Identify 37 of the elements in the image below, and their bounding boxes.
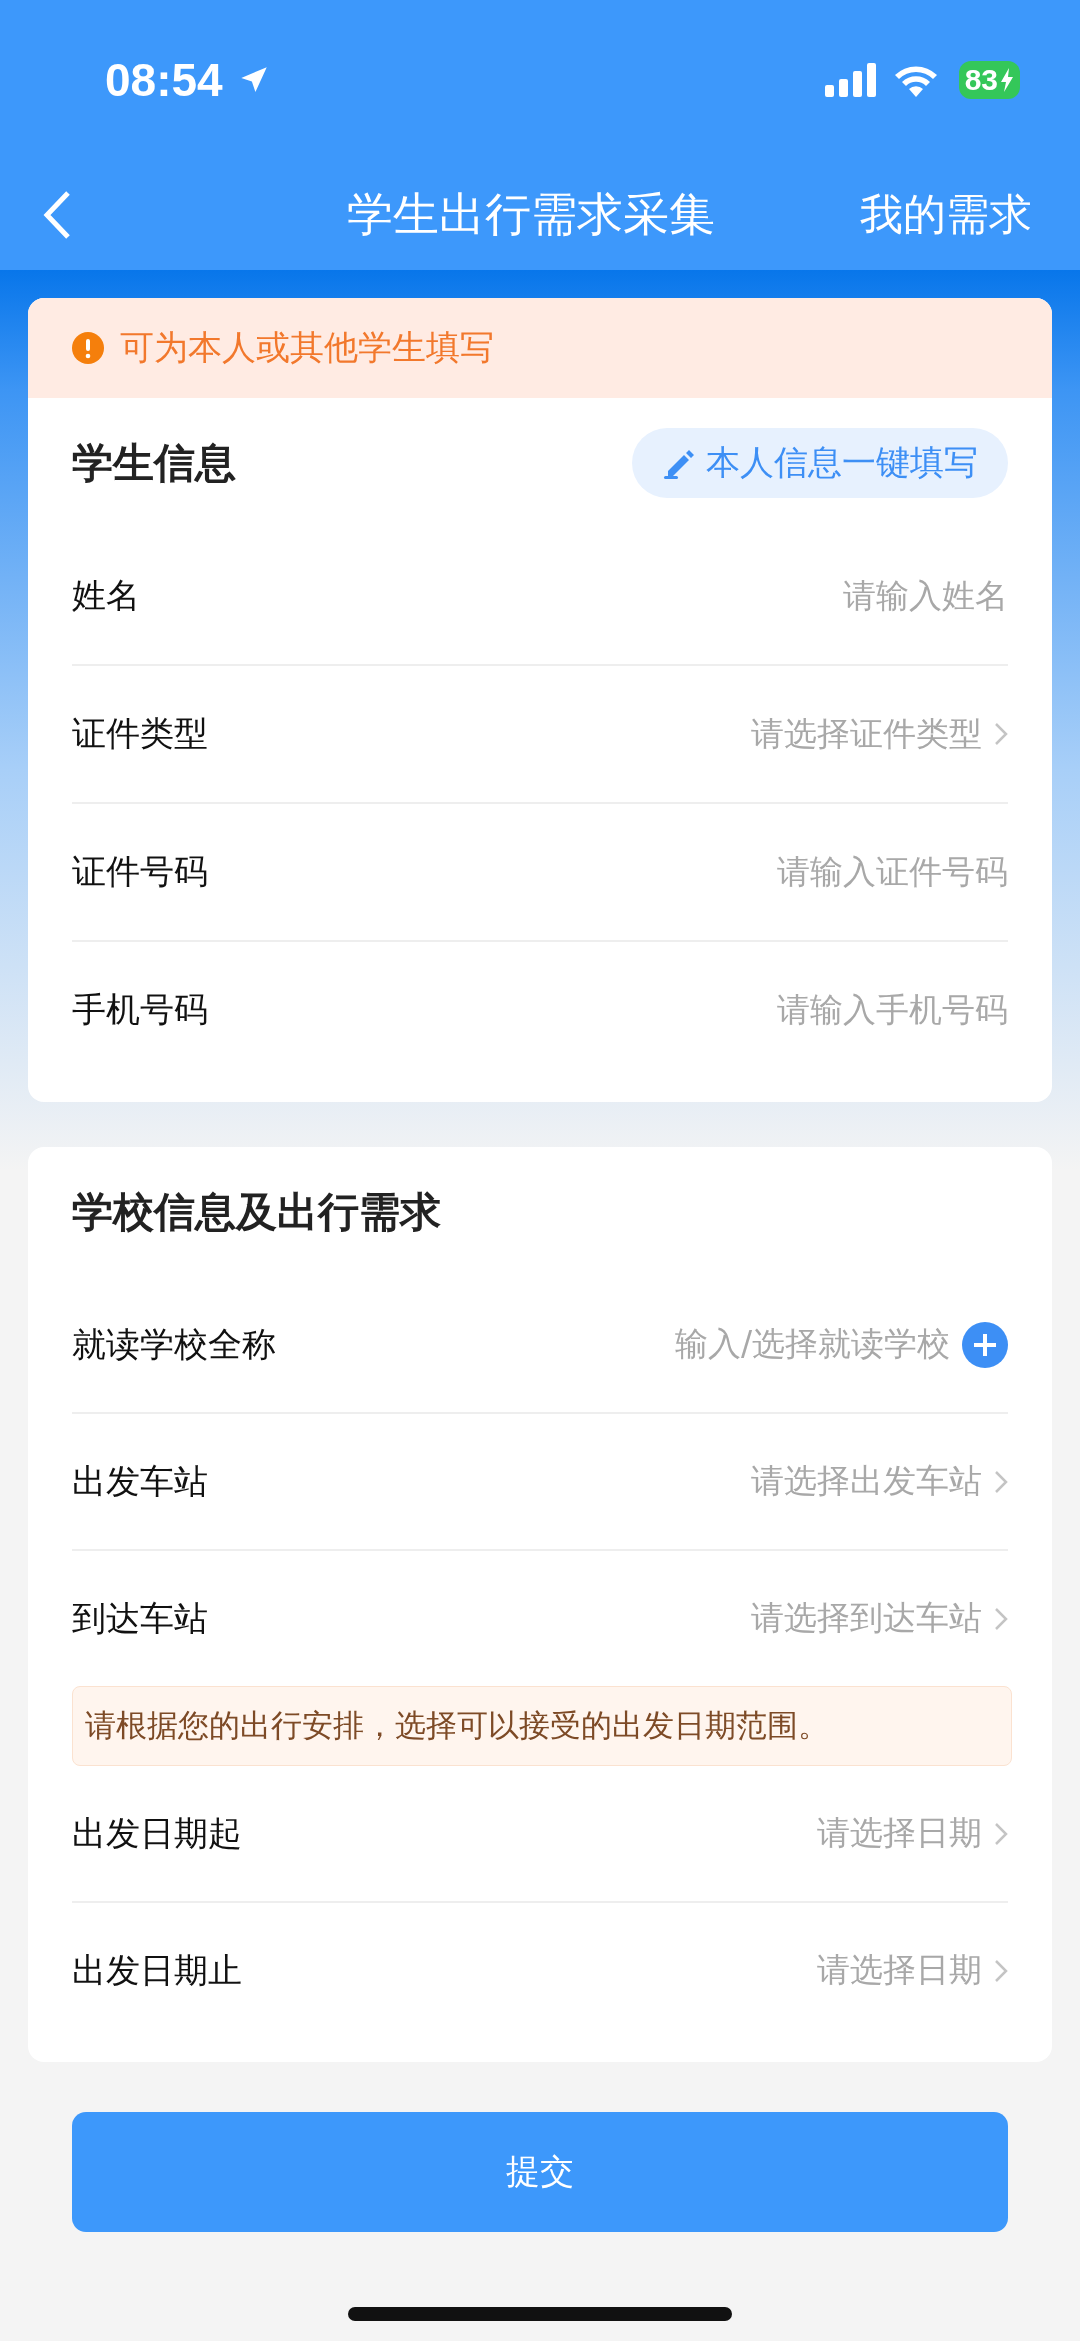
select-field[interactable]: 请选择到达车站 xyxy=(751,1596,982,1641)
select-field[interactable]: 请选择证件类型 xyxy=(751,711,982,757)
back-icon[interactable] xyxy=(42,190,72,240)
submit-button[interactable]: 提交 xyxy=(72,2112,1008,2232)
field-label: 出发车站 xyxy=(72,1459,209,1503)
notice-text: 可为本人或其他学生填写 xyxy=(120,326,494,369)
field-label: 手机号码 xyxy=(72,988,209,1031)
status-time: 08:54 xyxy=(105,53,223,107)
autofill-button[interactable]: 本人信息一键填写 xyxy=(632,428,1008,498)
field-label: 出发日期起 xyxy=(72,1811,243,1855)
select-field[interactable]: 请选择出发车站 xyxy=(751,1459,982,1504)
date-range-hint: 请根据您的出行安排，选择可以接受的出发日期范围。 xyxy=(72,1686,1012,1766)
field-label: 证件类型 xyxy=(72,712,209,755)
chevron-right-icon xyxy=(994,1606,1008,1631)
chevron-right-icon xyxy=(994,722,1008,746)
my-requests-link[interactable]: 我的需求 xyxy=(860,186,1032,244)
select-field[interactable]: 请选择日期 xyxy=(817,1811,982,1856)
field-label: 姓名 xyxy=(72,574,141,617)
input-field[interactable]: 请输入姓名 xyxy=(843,573,1008,619)
input-field[interactable]: 请输入证件号码 xyxy=(777,849,1008,895)
signal-icon xyxy=(824,63,879,97)
section-title: 学生信息 xyxy=(72,437,236,489)
input-field[interactable]: 请输入手机号码 xyxy=(777,987,1008,1033)
select-field[interactable]: 请选择日期 xyxy=(817,1948,982,1993)
battery-indicator: 83 xyxy=(958,61,1020,99)
add-icon[interactable] xyxy=(962,1321,1008,1368)
section-title: 学校信息及出行需求 xyxy=(72,1186,441,1238)
chevron-right-icon xyxy=(994,1958,1008,1983)
field-label: 就读学校全称 xyxy=(72,1322,277,1366)
chevron-right-icon xyxy=(994,1821,1008,1846)
field-label: 证件号码 xyxy=(72,850,209,893)
field-label: 出发日期止 xyxy=(72,1948,243,1992)
warning-icon xyxy=(72,332,104,364)
page-title: 学生出行需求采集 xyxy=(346,186,716,243)
select-field[interactable]: 输入/选择就读学校 xyxy=(674,1322,950,1367)
field-label: 到达车站 xyxy=(72,1596,209,1640)
chevron-right-icon xyxy=(994,1469,1008,1494)
